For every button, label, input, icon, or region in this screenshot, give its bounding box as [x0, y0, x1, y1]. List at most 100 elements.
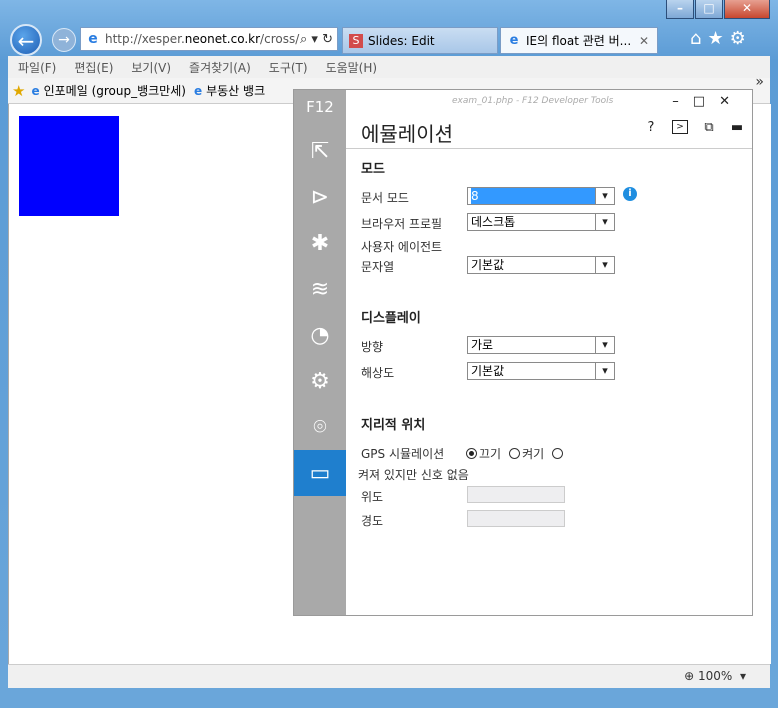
menu-view[interactable]: 보기(V): [131, 59, 171, 76]
search-icon[interactable]: ⌕: [300, 32, 307, 47]
orientation-value: 가로: [471, 338, 494, 352]
favorites-star-icon[interactable]: ★: [707, 28, 729, 49]
help-icon[interactable]: ?: [644, 120, 658, 135]
forward-button[interactable]: →: [52, 28, 76, 52]
orientation-select[interactable]: 가로 ▾: [467, 336, 615, 354]
pin-icon[interactable]: ⧉: [702, 120, 716, 135]
favorites-add-icon[interactable]: ★: [12, 82, 25, 100]
ie-page-icon: e: [193, 83, 203, 98]
close-tab-icon[interactable]: ✕: [639, 34, 649, 48]
network-icon[interactable]: ≋: [294, 266, 346, 312]
window-controls: – □ ✕: [665, 0, 770, 19]
status-bar: ⊕ 100% ▾: [8, 664, 770, 688]
emulation-icon[interactable]: ▭: [294, 450, 346, 496]
favorite-label: 인포메일 (group_뱅크만세): [43, 84, 186, 98]
doc-mode-value: 8: [471, 188, 595, 204]
longitude-field[interactable]: [467, 510, 565, 527]
console-toggle-icon[interactable]: >: [672, 120, 688, 134]
camera-icon[interactable]: ⌾: [294, 404, 346, 450]
maximize-button[interactable]: □: [695, 0, 723, 19]
minimize-button[interactable]: –: [666, 0, 694, 19]
memory-icon[interactable]: ⚙: [294, 358, 346, 404]
info-icon[interactable]: i: [623, 187, 637, 201]
chevron-down-icon[interactable]: ▾: [595, 188, 614, 204]
browser-toolbar-icons: ⌂★⚙: [690, 28, 752, 49]
performance-icon[interactable]: ◔: [294, 312, 346, 358]
radio-off[interactable]: [466, 448, 477, 459]
divider: [346, 148, 752, 149]
address-url[interactable]: http://xesper.neonet.co.kr/cross/: [105, 32, 300, 46]
maximize-icon[interactable]: □: [693, 94, 719, 109]
minimize-icon[interactable]: –: [672, 94, 693, 109]
dropdown-icon[interactable]: ▾: [311, 32, 318, 47]
doc-mode-select[interactable]: 8 ▾: [467, 187, 615, 205]
devtools-window-title: exam_01.php - F12 Developer Tools: [452, 96, 614, 106]
address-bar[interactable]: e http://xesper.neonet.co.kr/cross/ ⌕ ▾ …: [80, 27, 338, 51]
no-signal-label: 켜져 있지만 신호 없음: [358, 468, 469, 482]
blue-box: [19, 116, 119, 216]
devtools-header-icons: ? > ⧉ ▬: [644, 120, 744, 135]
tab-label: Slides: Edit: [368, 33, 435, 48]
ua-label: 사용자 에이전트: [361, 240, 443, 254]
radio-on[interactable]: [509, 448, 521, 459]
orientation-label: 방향: [361, 340, 384, 354]
menu-help[interactable]: 도움말(H): [326, 59, 378, 76]
zoom-control[interactable]: ⊕ 100% ▾: [684, 669, 746, 683]
favorite-label: 부동산 뱅크: [206, 84, 266, 98]
menu-tools[interactable]: 도구(T): [269, 59, 308, 76]
chevron-down-icon[interactable]: ▾: [595, 363, 614, 379]
menu-file[interactable]: 파일(F): [18, 59, 56, 76]
browser-profile-label: 브라우저 프로필: [361, 217, 443, 231]
chevron-down-icon[interactable]: ▾: [595, 257, 614, 273]
f12-label: F12: [306, 98, 334, 116]
address-tools: ⌕ ▾ ↻: [300, 32, 337, 47]
close-icon[interactable]: ✕: [719, 94, 744, 109]
console-icon[interactable]: ⊳: [294, 174, 346, 220]
navigation-bar: ← → e http://xesper.neonet.co.kr/cross/ …: [0, 22, 778, 56]
latitude-label: 위도: [361, 490, 384, 504]
url-suffix: /cross/: [260, 32, 300, 46]
latitude-field[interactable]: [467, 486, 565, 503]
refresh-icon[interactable]: ↻: [322, 32, 333, 47]
section-display: 디스플레이: [361, 311, 421, 326]
gps-radio-group: 끄기 켜기: [466, 445, 565, 462]
chevron-down-icon[interactable]: ▾: [595, 337, 614, 353]
favorite-item[interactable]: e 인포메일 (group_뱅크만세): [31, 82, 186, 99]
url-domain: neonet.co.kr: [184, 32, 261, 46]
browser-profile-select[interactable]: 데스크톱 ▾: [467, 213, 615, 231]
gps-label: GPS 시뮬레이션: [361, 447, 445, 461]
ie-page-icon: e: [31, 83, 40, 98]
chevron-down-icon[interactable]: ▾: [595, 214, 614, 230]
close-button[interactable]: ✕: [724, 0, 770, 19]
resolution-label: 해상도: [361, 366, 395, 380]
favorite-item[interactable]: e 부동산 뱅크: [194, 82, 265, 99]
slides-icon: S: [349, 33, 363, 48]
menu-edit[interactable]: 편집(E): [74, 59, 113, 76]
back-button[interactable]: ←: [10, 24, 42, 56]
debugger-icon[interactable]: ✱: [294, 220, 346, 266]
tab-ie-float[interactable]: e IE의 float 관련 버... ✕: [500, 27, 658, 54]
ie-icon: e: [509, 32, 519, 48]
radio-no-signal[interactable]: [552, 448, 564, 459]
radio-on-label: 켜기: [522, 447, 545, 461]
browser-profile-value: 데스크톱: [471, 215, 516, 229]
devtools-window-controls: –□✕: [672, 94, 744, 109]
menu-bar: 파일(F) 편집(E) 보기(V) 즐겨찾기(A) 도구(T) 도움말(H): [8, 56, 770, 78]
tab-label: IE의 float 관련 버...: [526, 34, 632, 48]
home-icon[interactable]: ⌂: [690, 28, 707, 49]
ua-label-line2: 문자열: [361, 260, 395, 274]
ua-string-select[interactable]: 기본값 ▾: [467, 256, 615, 274]
chevron-right-icon[interactable]: »: [755, 74, 764, 90]
doc-mode-label: 문서 모드: [361, 191, 409, 205]
section-geolocation: 지리적 위치: [361, 418, 426, 433]
devtools-sidebar: F12 ⇱ ⊳ ✱ ≋ ◔ ⚙ ⌾ ▭: [294, 90, 346, 615]
menu-favorites[interactable]: 즐겨찾기(A): [189, 59, 251, 76]
resolution-select[interactable]: 기본값 ▾: [467, 362, 615, 380]
dom-explorer-icon[interactable]: ⇱: [294, 128, 346, 174]
gear-icon[interactable]: ⚙: [730, 28, 752, 49]
ua-value: 기본값: [471, 258, 505, 272]
radio-off-label: 끄기: [479, 447, 502, 461]
resolution-value: 기본값: [471, 364, 505, 378]
tab-slides[interactable]: S Slides: Edit: [342, 27, 498, 54]
dock-icon[interactable]: ▬: [730, 120, 744, 135]
